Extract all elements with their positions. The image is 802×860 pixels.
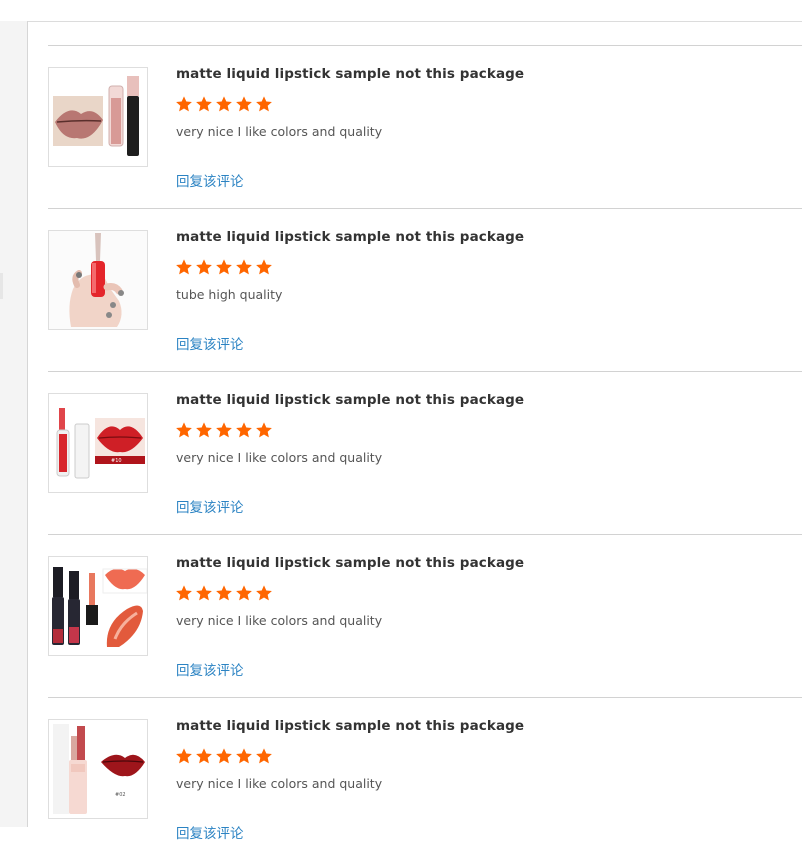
star-icon (196, 259, 212, 275)
sidebar-tab-handle[interactable] (0, 273, 3, 299)
star-icon (216, 422, 232, 438)
reply-to-review-link[interactable]: 回复该评论 (176, 333, 244, 353)
review-item: matte liquid lipstick sample not this pa… (48, 534, 802, 697)
reply-to-review-link[interactable]: 回复该评论 (176, 170, 244, 190)
star-icon (196, 585, 212, 601)
review-item: #02 matte liquid lipstick sample not thi… (48, 697, 802, 860)
top-bar (0, 0, 802, 22)
review-comment: very nice I like colors and quality (176, 450, 383, 465)
svg-text:#10: #10 (111, 458, 122, 464)
star-rating (175, 747, 273, 767)
star-icon (236, 748, 252, 764)
review-title: matte liquid lipstick sample not this pa… (176, 392, 525, 408)
review-title: matte liquid lipstick sample not this pa… (176, 66, 525, 82)
product-thumbnail[interactable] (48, 230, 148, 330)
product-thumbnail[interactable]: #10 (48, 393, 148, 493)
review-title: matte liquid lipstick sample not this pa… (176, 229, 525, 245)
hand-holding-lipstick-photo-icon (49, 231, 147, 329)
review-item: #10 matte liquid lipstick sample not thi… (48, 371, 802, 534)
svg-text:#02: #02 (115, 792, 126, 798)
product-thumbnail[interactable]: #02 (48, 719, 148, 819)
review-comment: very nice I like colors and quality (176, 776, 383, 791)
red-lips-swatch-photo-icon: #10 (49, 394, 147, 492)
reply-to-review-link[interactable]: 回复该评论 (176, 496, 244, 516)
star-icon (236, 259, 252, 275)
star-icon (196, 96, 212, 112)
review-list: matte liquid lipstick sample not this pa… (48, 45, 802, 860)
star-icon (216, 748, 232, 764)
product-thumbnail[interactable] (48, 556, 148, 656)
star-icon (176, 585, 192, 601)
reply-to-review-link[interactable]: 回复该评论 (176, 822, 244, 842)
star-rating (175, 421, 273, 441)
star-icon (176, 748, 192, 764)
review-item: matte liquid lipstick sample not this pa… (48, 208, 802, 371)
review-title: matte liquid lipstick sample not this pa… (176, 555, 525, 571)
black-tubes-coral-lips-photo-icon (49, 557, 147, 655)
review-comment: very nice I like colors and quality (176, 613, 383, 628)
star-icon (176, 422, 192, 438)
star-icon (256, 96, 272, 112)
star-icon (236, 422, 252, 438)
review-comment: tube high quality (176, 287, 283, 302)
star-icon (176, 96, 192, 112)
review-item: matte liquid lipstick sample not this pa… (48, 45, 802, 208)
star-rating (175, 258, 273, 278)
star-icon (256, 259, 272, 275)
left-sidebar-gutter (0, 21, 28, 827)
star-icon (176, 259, 192, 275)
star-icon (236, 585, 252, 601)
star-icon (216, 585, 232, 601)
star-rating (175, 95, 273, 115)
review-comment: very nice I like colors and quality (176, 124, 383, 139)
star-icon (256, 748, 272, 764)
star-icon (256, 585, 272, 601)
star-icon (196, 422, 212, 438)
star-icon (236, 96, 252, 112)
product-thumbnail[interactable] (48, 67, 148, 167)
star-icon (216, 259, 232, 275)
star-rating (175, 584, 273, 604)
nude-lipstick-photo-icon (49, 68, 147, 166)
star-icon (196, 748, 212, 764)
reply-to-review-link[interactable]: 回复该评论 (176, 659, 244, 679)
star-icon (216, 96, 232, 112)
review-title: matte liquid lipstick sample not this pa… (176, 718, 525, 734)
star-icon (256, 422, 272, 438)
pink-tube-dark-lips-photo-icon: #02 (49, 720, 147, 818)
